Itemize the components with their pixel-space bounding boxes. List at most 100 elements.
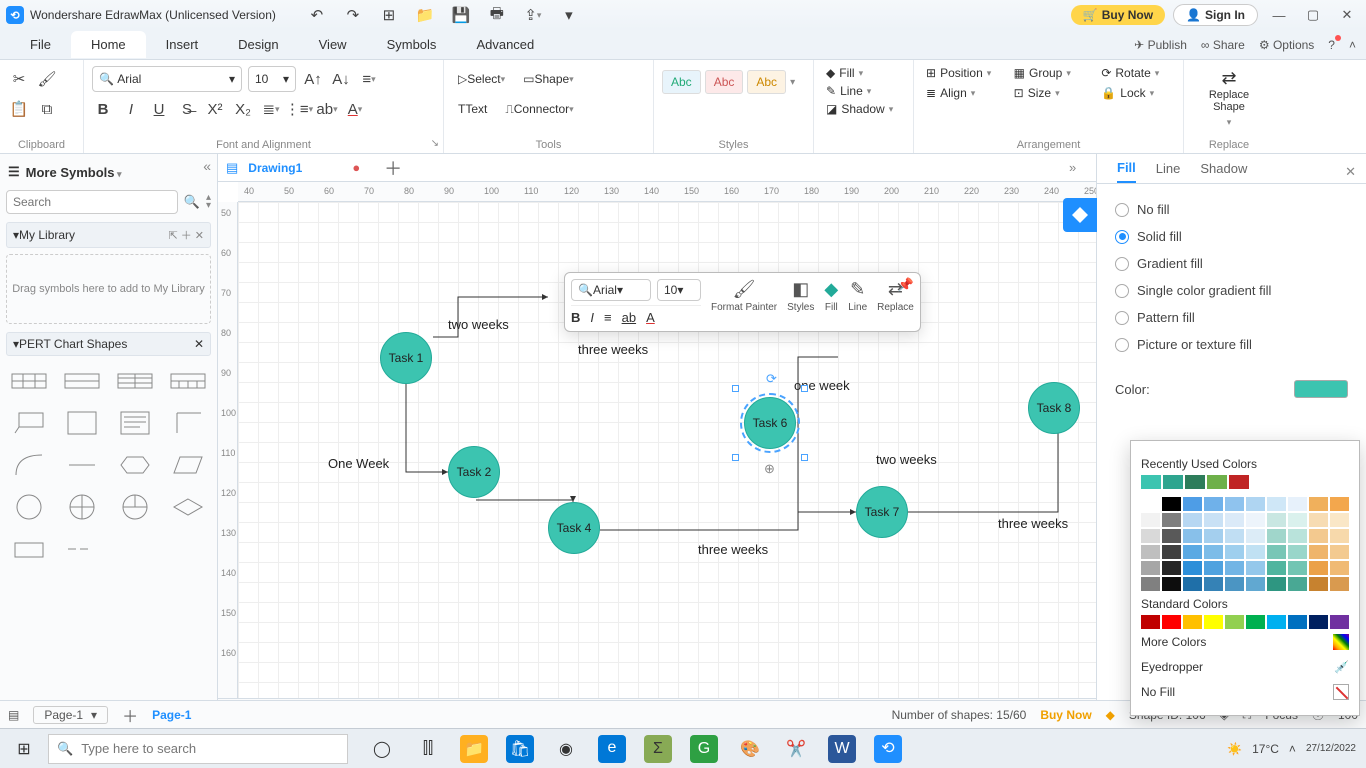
shape-circle-quad[interactable] <box>113 490 158 524</box>
standard-color-swatch[interactable] <box>1267 615 1286 629</box>
theme-color-swatch[interactable] <box>1162 577 1181 591</box>
theme-color-swatch[interactable] <box>1309 513 1328 527</box>
taskbar-search[interactable]: 🔍 Type here to search <box>48 734 348 764</box>
theme-color-swatch[interactable] <box>1204 561 1223 575</box>
recent-color-swatch[interactable] <box>1229 475 1249 489</box>
publish-button[interactable]: ✈ Publish <box>1134 38 1187 52</box>
standard-color-swatch[interactable] <box>1288 615 1307 629</box>
standard-color-swatch[interactable] <box>1309 615 1328 629</box>
mini-highlight-icon[interactable]: ab <box>622 310 636 325</box>
theme-color-swatch[interactable] <box>1246 545 1265 559</box>
rotate-button[interactable]: ⟳ Rotate <box>1097 64 1175 82</box>
theme-color-swatch[interactable] <box>1330 497 1349 511</box>
italic-icon[interactable]: I <box>120 98 142 120</box>
open-icon[interactable]: 📁 <box>414 4 436 26</box>
paint-icon[interactable]: 🎨 <box>736 735 764 763</box>
shape-note1[interactable] <box>59 406 104 440</box>
shape-hline[interactable] <box>59 448 104 482</box>
collapse-left-panel-icon[interactable]: « <box>203 158 211 174</box>
theme-color-swatch[interactable] <box>1162 513 1181 527</box>
menu-view[interactable]: View <box>299 31 367 58</box>
connector-tool[interactable]: ⎍ Connector <box>499 96 579 122</box>
bold-icon[interactable]: B <box>92 98 114 120</box>
qat-more-icon[interactable]: ▾ <box>558 4 580 26</box>
theme-color-swatch[interactable] <box>1288 529 1307 543</box>
close-button[interactable]: ✕ <box>1334 7 1360 23</box>
theme-color-swatch[interactable] <box>1225 513 1244 527</box>
shape-table2[interactable] <box>59 364 104 398</box>
task-8-node[interactable]: Task 8 <box>1028 382 1080 434</box>
decrease-font-icon[interactable]: A↓ <box>330 68 352 90</box>
sign-in-button[interactable]: 👤Sign In <box>1173 4 1258 26</box>
theme-color-swatch[interactable] <box>1288 561 1307 575</box>
rp-close-icon[interactable]: ✕ <box>1345 164 1356 180</box>
standard-color-swatch[interactable] <box>1141 615 1160 629</box>
theme-color-swatch[interactable] <box>1225 497 1244 511</box>
standard-color-swatch[interactable] <box>1330 615 1349 629</box>
theme-color-swatch[interactable] <box>1288 545 1307 559</box>
symbol-search-input[interactable] <box>6 190 178 214</box>
text-tool[interactable]: T Text <box>452 96 493 122</box>
app-icon-1[interactable]: Σ <box>644 735 672 763</box>
mini-size-select[interactable]: 10 ▾ <box>657 279 701 301</box>
align-text-icon[interactable]: ≡ <box>358 68 380 90</box>
page-tab[interactable]: Page-1 <box>152 708 191 722</box>
paste-icon[interactable]: 📋 <box>8 98 30 120</box>
theme-color-swatch[interactable] <box>1204 497 1223 511</box>
position-button[interactable]: ⊞ Position <box>922 64 1000 82</box>
save-icon[interactable]: 💾 <box>450 4 472 26</box>
menu-symbols[interactable]: Symbols <box>367 31 457 58</box>
undo-icon[interactable]: ↶ <box>306 4 328 26</box>
theme-color-swatch[interactable] <box>1183 529 1202 543</box>
print-icon[interactable]: 🖶 <box>486 4 508 26</box>
theme-color-swatch[interactable] <box>1225 561 1244 575</box>
theme-color-swatch[interactable] <box>1141 513 1160 527</box>
menu-home[interactable]: Home <box>71 31 146 58</box>
theme-color-swatch[interactable] <box>1162 497 1181 511</box>
explorer-icon[interactable]: 📁 <box>460 735 488 763</box>
style-preset-2[interactable]: Abc <box>705 70 744 94</box>
shape-diamond[interactable] <box>166 490 211 524</box>
shape-arc[interactable] <box>6 448 51 482</box>
theme-color-swatch[interactable] <box>1267 577 1286 591</box>
copy-icon[interactable]: ⧉ <box>36 98 58 120</box>
theme-color-swatch[interactable] <box>1309 577 1328 591</box>
rp-tab-fill[interactable]: Fill <box>1117 160 1136 183</box>
theme-color-swatch[interactable] <box>1267 497 1286 511</box>
new-icon[interactable]: ⊞ <box>378 4 400 26</box>
document-tab[interactable]: Drawing1 <box>248 161 302 175</box>
theme-color-swatch[interactable] <box>1204 513 1223 527</box>
shape-rect[interactable] <box>6 532 51 566</box>
theme-color-swatch[interactable] <box>1204 577 1223 591</box>
replace-shape-icon[interactable]: ⇄ <box>1192 68 1266 89</box>
rp-tab-line[interactable]: Line <box>1156 161 1181 182</box>
theme-color-swatch[interactable] <box>1162 545 1181 559</box>
font-color-icon[interactable]: A <box>344 98 366 120</box>
format-sidetool-icon[interactable] <box>1063 198 1097 232</box>
standard-color-swatch[interactable] <box>1183 615 1202 629</box>
underline-icon[interactable]: U <box>148 98 170 120</box>
redo-icon[interactable]: ↷ <box>342 4 364 26</box>
theme-color-swatch[interactable] <box>1309 497 1328 511</box>
theme-color-swatch[interactable] <box>1141 497 1160 511</box>
font-dialog-launcher[interactable]: ↘ <box>431 138 439 149</box>
edge-icon[interactable]: e <box>598 735 626 763</box>
theme-color-swatch[interactable] <box>1225 545 1244 559</box>
theme-color-swatch[interactable] <box>1330 529 1349 543</box>
task-7-node[interactable]: Task 7 <box>856 486 908 538</box>
style-preset-3[interactable]: Abc <box>747 70 786 94</box>
more-symbols-dropdown[interactable]: More Symbols <box>26 165 122 180</box>
my-library-header[interactable]: ▾ My Library ⇱ ＋ ✕ <box>6 222 211 248</box>
menu-advanced[interactable]: Advanced <box>456 31 554 58</box>
shape-parallelogram[interactable] <box>166 448 211 482</box>
eyedropper-button[interactable]: Eyedropper💉 <box>1141 655 1349 679</box>
tray-chevron-icon[interactable]: ˄ <box>1289 742 1296 756</box>
fill-button[interactable]: ◆ Fill <box>822 64 905 82</box>
theme-color-swatch[interactable] <box>1141 529 1160 543</box>
recent-color-swatch[interactable] <box>1163 475 1183 489</box>
standard-color-swatch[interactable] <box>1246 615 1265 629</box>
theme-color-swatch[interactable] <box>1183 513 1202 527</box>
size-button[interactable]: ⊡ Size <box>1010 84 1088 102</box>
standard-color-swatch[interactable] <box>1204 615 1223 629</box>
replace-shape-button[interactable]: Replace Shape <box>1192 89 1266 113</box>
